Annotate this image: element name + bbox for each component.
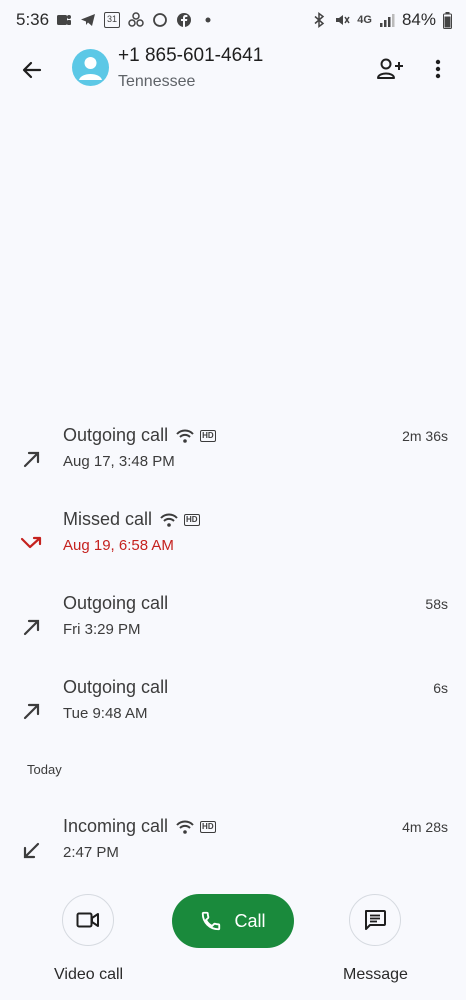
arrow-back-icon — [22, 61, 42, 79]
call-duration: 2m 36s — [402, 428, 448, 444]
message-button[interactable] — [349, 894, 401, 946]
back-button[interactable] — [14, 52, 50, 88]
call-duration: 4m 28s — [402, 819, 448, 835]
notification-icons: 31 — [56, 10, 216, 30]
outgoing-call-icon — [23, 451, 40, 468]
telegram-icon — [81, 14, 95, 26]
outgoing-call-icon — [23, 619, 40, 636]
video-call-button[interactable] — [62, 894, 114, 946]
contact-location: Tennessee — [118, 73, 196, 90]
call-log-item[interactable]: Missed call HD Aug 19, 6:58 AM — [0, 509, 466, 579]
mute-vibrate-icon — [336, 15, 350, 25]
facebook-icon — [177, 13, 191, 27]
call-type: Incoming call — [63, 816, 169, 836]
call-log-item[interactable]: Incoming call HD 2:47 PM 4m 28s — [0, 816, 466, 886]
call-type: Outgoing call — [63, 425, 169, 445]
hd-icon: HD — [200, 429, 216, 442]
bluetooth-icon — [314, 12, 325, 28]
call-type: Outgoing call — [63, 593, 169, 613]
incoming-call-icon — [23, 842, 40, 859]
wifi-icon — [176, 820, 194, 834]
signal-icon — [379, 14, 395, 27]
call-type: Missed call — [63, 509, 153, 529]
call-time: Aug 17, 3:48 PM — [63, 453, 175, 470]
call-time: Fri 3:29 PM — [63, 621, 141, 638]
missed-call-icon — [20, 536, 42, 549]
circle-app-icon — [153, 13, 167, 27]
calendar-31-icon: 31 — [104, 12, 120, 28]
person-icon — [79, 57, 102, 80]
add-person-icon — [377, 58, 403, 79]
more-vert-icon — [435, 59, 441, 79]
message-label: Message — [343, 966, 408, 983]
call-type: Outgoing call — [63, 677, 169, 697]
call-time: Tue 9:48 AM — [63, 705, 148, 722]
call-duration: 58s — [425, 596, 448, 612]
call-time: Aug 19, 6:58 AM — [63, 537, 174, 554]
system-icons: 4G 84% — [311, 10, 452, 30]
contact-phone-number[interactable]: +1 865-601-4641 — [118, 45, 263, 67]
4g-icon: 4G — [357, 14, 372, 26]
call-log-item[interactable]: Outgoing call HD Aug 17, 3:48 PM 2m 36s — [0, 425, 466, 495]
status-bar: 5:36 31 4G 84% — [0, 0, 466, 40]
outgoing-call-icon — [23, 703, 40, 720]
dot-icon — [205, 17, 211, 23]
call-time: 2:47 PM — [63, 844, 119, 861]
call-log-item[interactable]: Outgoing call Fri 3:29 PM 58s — [0, 593, 466, 663]
call-button[interactable]: Call — [172, 894, 294, 948]
pinwheel-icon — [128, 12, 144, 27]
status-time: 5:36 — [16, 10, 50, 29]
message-icon — [365, 910, 386, 930]
add-contact-button[interactable] — [372, 54, 408, 84]
avatar[interactable] — [72, 49, 109, 86]
hd-icon: HD — [184, 513, 200, 526]
battery-icon — [443, 11, 452, 29]
videocam-icon — [76, 912, 99, 928]
wifi-icon — [176, 429, 194, 443]
video-call-label: Video call — [54, 966, 124, 983]
more-options-button[interactable] — [424, 54, 452, 84]
call-button-label: Call — [234, 910, 266, 931]
call-log-item[interactable]: Outgoing call Tue 9:48 AM 6s — [0, 677, 466, 747]
phone-icon — [202, 911, 221, 931]
teams-icon — [57, 15, 71, 25]
section-header-today: Today — [27, 762, 62, 777]
hd-icon: HD — [200, 820, 216, 833]
battery-percent: 84% — [401, 10, 436, 29]
call-duration: 6s — [433, 680, 448, 696]
wifi-icon — [160, 513, 178, 527]
